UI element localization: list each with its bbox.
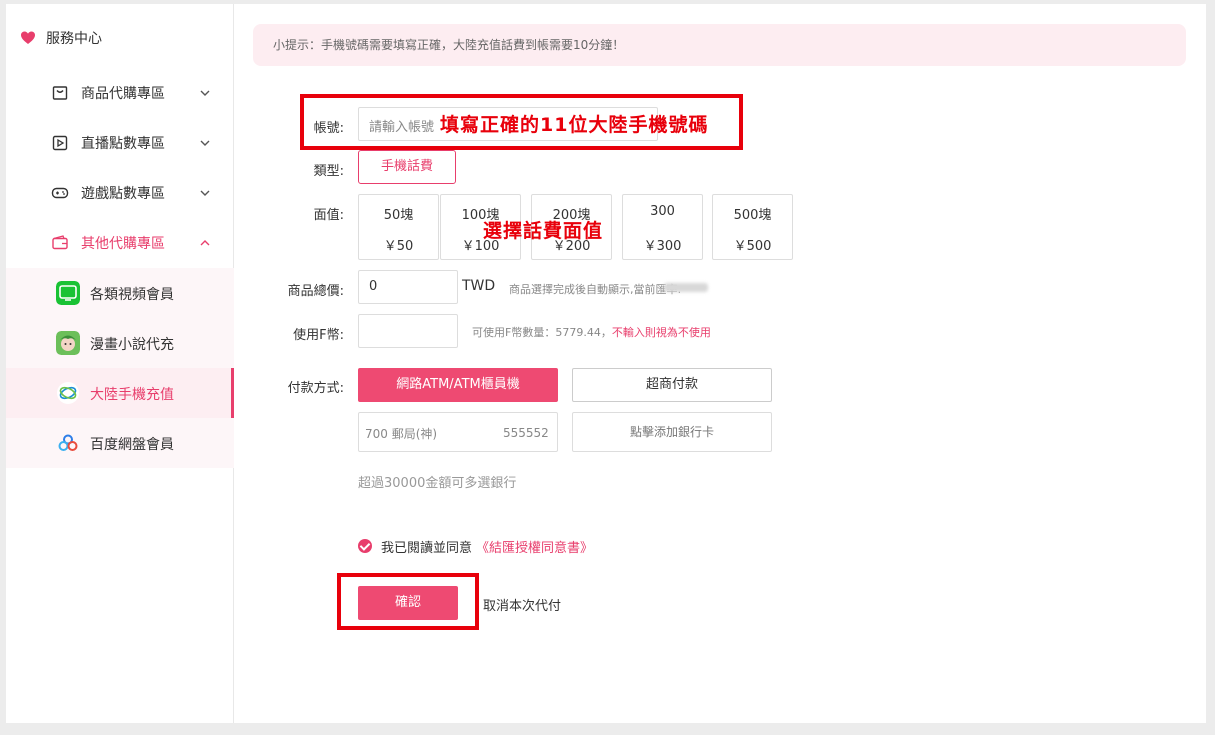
sidebar-group-label: 遊戲點數專區 xyxy=(81,186,165,202)
face-option-300[interactable]: 300 ￥300 xyxy=(622,194,703,260)
f-coin-label: 使用F幣: xyxy=(293,328,344,343)
brand-label: 服務中心 xyxy=(46,31,102,47)
sidebar-item-mobile-topup[interactable]: 大陸手機充值 xyxy=(6,368,234,418)
exchange-rate-blurred xyxy=(664,283,708,292)
sidebar-item-label: 各類視頻會員 xyxy=(90,287,174,303)
sidebar-item-label: 漫畫小說代充 xyxy=(90,337,174,353)
wallet-icon xyxy=(52,235,68,250)
face-option-price: ￥500 xyxy=(733,239,772,254)
cancel-payment-link[interactable]: 取消本次代付 xyxy=(483,595,561,614)
sidebar-group-game[interactable]: 遊戲點數專區 xyxy=(6,168,234,218)
chevron-down-icon xyxy=(200,140,210,146)
iqiyi-icon xyxy=(56,281,80,305)
sidebar-group-label: 其他代購專區 xyxy=(81,236,165,252)
face-option-name: 50塊 xyxy=(383,208,414,223)
currency-unit: TWD xyxy=(462,278,496,294)
sidebar-group-live[interactable]: 直播點數專區 xyxy=(6,118,234,168)
type-label: 類型: xyxy=(313,164,344,179)
sidebar-group-other[interactable]: 其他代購專區 xyxy=(6,218,234,268)
sidebar: 服務中心 商品代購專區 直播點數專區 遊戲點數專區 其他代購專區 各類視頻會員 … xyxy=(6,4,234,723)
sidebar-group-label: 直播點數專區 xyxy=(81,136,165,152)
face-value-annotation-text: 選擇話費面值 xyxy=(483,220,604,242)
agreement-checkbox[interactable] xyxy=(358,539,372,553)
add-bank-card-button[interactable]: 點擊添加銀行卡 xyxy=(572,412,772,452)
sidebar-item-label: 百度網盤會員 xyxy=(90,437,174,453)
f-coin-hint: 可使用F幣數量：5779.44，不輸入則視為不使用 xyxy=(472,324,711,340)
sidebar-item-label: 大陸手機充值 xyxy=(90,387,174,403)
comic-icon xyxy=(56,331,80,355)
total-label: 商品總價: xyxy=(287,284,344,299)
sidebar-item-baidu-cloud[interactable]: 百度網盤會員 xyxy=(6,418,234,468)
multi-bank-note: 超過30000金額可多選銀行 xyxy=(358,476,517,491)
face-option-name: 500塊 xyxy=(733,208,772,223)
face-option-500[interactable]: 500塊 ￥500 xyxy=(712,194,793,260)
baidu-cloud-icon xyxy=(58,434,78,451)
china-mobile-icon xyxy=(57,382,79,404)
agreement-row: 我已閱讀並同意 《結匯授權同意書》 xyxy=(358,536,593,556)
confirm-annotation-box xyxy=(337,573,479,630)
face-option-name: 300 xyxy=(650,204,675,219)
sidebar-item-video-member[interactable]: 各類視頻會員 xyxy=(6,268,234,318)
f-coin-note: 不輸入則視為不使用 xyxy=(611,326,711,339)
type-mobile-fee-button[interactable]: 手機話費 xyxy=(358,150,456,184)
heart-icon xyxy=(21,31,35,44)
play-icon xyxy=(52,135,68,151)
exchange-rate-hint: 商品選擇完成後自動顯示,當前匯率: xyxy=(509,283,682,296)
agreement-link[interactable]: 《結匯授權同意書》 xyxy=(476,537,593,556)
f-coin-available: 可使用F幣數量：5779.44， xyxy=(472,326,612,339)
sidebar-group-label: 商品代購專區 xyxy=(81,86,165,102)
bank-card[interactable]: 700 郵局(神) 555552 xyxy=(358,412,558,452)
account-annotation-text: 填寫正確的11位大陸手機號碼 xyxy=(440,114,709,136)
face-option-price: ￥50 xyxy=(383,239,414,254)
brand[interactable]: 服務中心 xyxy=(20,26,102,50)
f-coin-input[interactable] xyxy=(358,314,458,348)
chevron-down-icon xyxy=(200,90,210,96)
agreement-text: 我已閱讀並同意 xyxy=(381,540,473,556)
gamepad-icon xyxy=(51,187,69,199)
total-price-value: 0 xyxy=(369,279,378,294)
chevron-down-icon xyxy=(200,190,210,196)
pay-convenience-store-button[interactable]: 超商付款 xyxy=(572,368,772,402)
face-option-price: ￥300 xyxy=(643,239,682,254)
total-price-field: 0 xyxy=(358,270,458,304)
face-option-50[interactable]: 50塊 ￥50 xyxy=(358,194,439,260)
sidebar-item-comic[interactable]: 漫畫小說代充 xyxy=(6,318,234,368)
bag-icon xyxy=(52,86,68,100)
chevron-up-icon xyxy=(200,240,210,246)
bank-account: 555552 xyxy=(503,426,549,440)
pay-atm-button[interactable]: 網路ATM/ATM櫃員機 xyxy=(358,368,558,402)
bank-name: 700 郵局(神) xyxy=(365,427,438,441)
tip-banner: 小提示：手機號碼需要填寫正確，大陸充值話費到帳需要10分鐘！ xyxy=(253,24,1186,66)
sidebar-group-goods[interactable]: 商品代購專區 xyxy=(6,68,234,118)
face-value-label: 面值: xyxy=(313,208,344,223)
payment-label: 付款方式: xyxy=(287,381,344,396)
